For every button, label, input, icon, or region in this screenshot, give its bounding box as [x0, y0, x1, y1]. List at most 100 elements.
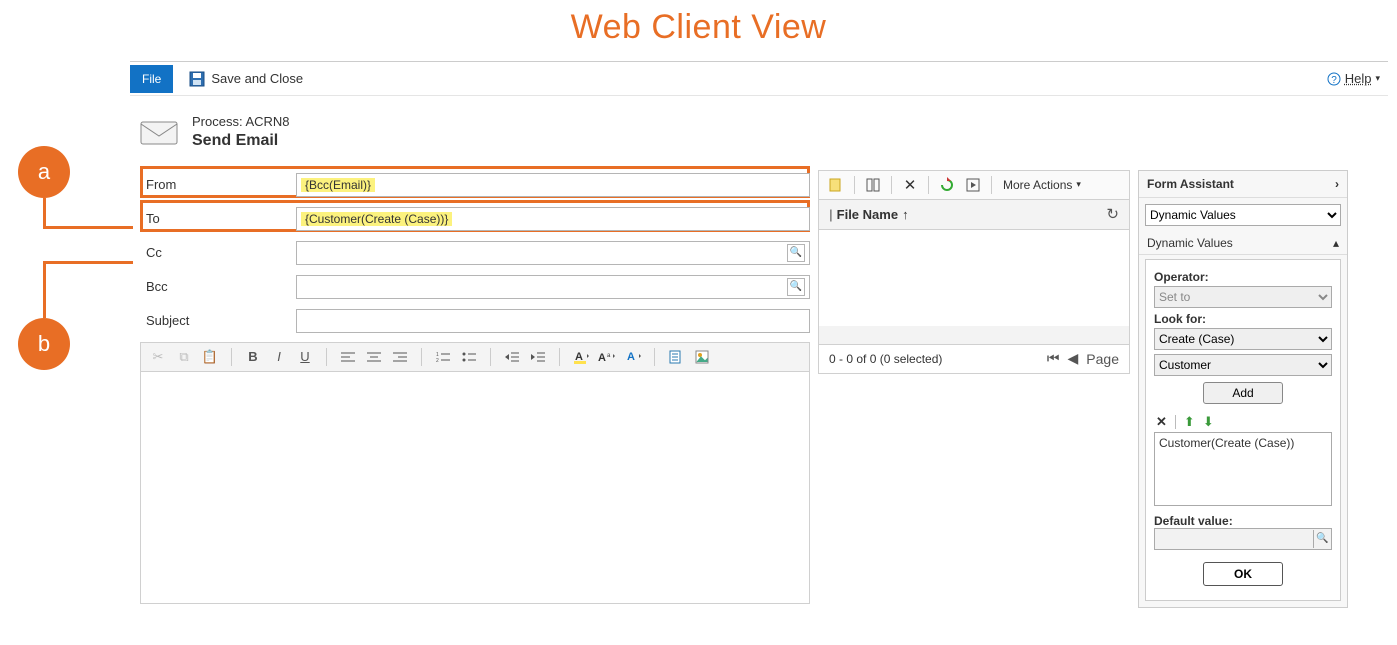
- process-label: Process: ACRN8: [192, 114, 290, 131]
- page-title: Web Client View: [0, 0, 1397, 61]
- svg-text:?: ?: [1331, 75, 1337, 86]
- first-page-icon[interactable]: ⏮: [1047, 350, 1060, 367]
- email-body-editor[interactable]: [140, 372, 810, 604]
- highlight-color-icon[interactable]: A: [570, 346, 592, 368]
- filename-column-header[interactable]: | File Name ↑: [829, 207, 909, 222]
- operator-select[interactable]: Set to: [1154, 286, 1332, 308]
- attachments-footer: 0 - 0 of 0 (0 selected) ⏮ ◀ Page: [818, 344, 1130, 374]
- operator-label: Operator:: [1154, 270, 1332, 284]
- page-label: Page: [1086, 351, 1119, 367]
- form-header: Process: ACRN8 Send Email: [130, 96, 1388, 170]
- attachments-list[interactable]: [818, 230, 1130, 326]
- move-down-icon[interactable]: ⬇: [1203, 414, 1214, 430]
- lookfor-entity-select[interactable]: Create (Case): [1154, 328, 1332, 350]
- email-form: From {Bcc(Email)} To {Customer(Create (C…: [130, 170, 810, 604]
- attachment-view-icon[interactable]: [862, 174, 884, 196]
- move-up-icon[interactable]: ⬆: [1184, 414, 1195, 430]
- save-icon: [189, 71, 205, 87]
- callout-badge-b: b: [18, 318, 70, 370]
- svg-text:2: 2: [436, 358, 439, 363]
- font-color-icon[interactable]: A: [622, 346, 644, 368]
- help-link[interactable]: ? Help ▾: [1327, 71, 1380, 86]
- callout-connector: [43, 198, 46, 228]
- cc-input[interactable]: 🔍: [296, 241, 810, 265]
- app-frame: a b File Save and Close ? Help ▾: [130, 61, 1388, 608]
- from-value: {Bcc(Email)}: [301, 178, 375, 192]
- indent-icon[interactable]: [527, 346, 549, 368]
- attachments-panel: ✕ More Actions ▾ | File Name ↑: [810, 170, 1130, 374]
- callout-connector: [43, 226, 133, 229]
- cut-icon[interactable]: ✂: [147, 346, 169, 368]
- form-assistant-mode-select[interactable]: Dynamic Values: [1145, 204, 1341, 226]
- collapse-icon[interactable]: ›: [1335, 177, 1339, 191]
- lookup-icon[interactable]: 🔍: [787, 244, 805, 262]
- lookup-icon[interactable]: 🔍: [787, 278, 805, 296]
- insert-template-icon[interactable]: [665, 346, 687, 368]
- from-label: From: [140, 177, 296, 192]
- form-assistant-panel: Form Assistant › Dynamic Values Dynamic …: [1138, 170, 1348, 608]
- paste-icon[interactable]: 📋: [199, 346, 221, 368]
- new-attachment-icon[interactable]: [825, 174, 847, 196]
- form-assistant-title: Form Assistant: [1147, 177, 1234, 191]
- list-item[interactable]: Customer(Create (Case)): [1159, 436, 1327, 450]
- attachments-hscroll[interactable]: [818, 326, 1130, 344]
- align-left-icon[interactable]: [337, 346, 359, 368]
- help-icon: ?: [1327, 72, 1341, 86]
- section-collapse-icon[interactable]: ▴: [1333, 236, 1339, 250]
- insert-article-icon[interactable]: [691, 346, 713, 368]
- remove-item-icon[interactable]: ✕: [1156, 414, 1167, 430]
- from-input[interactable]: {Bcc(Email)}: [296, 173, 810, 197]
- refresh-icon[interactable]: [936, 174, 958, 196]
- to-label: To: [140, 211, 296, 226]
- subject-label: Subject: [140, 313, 296, 328]
- more-actions-button[interactable]: More Actions ▾: [999, 178, 1085, 192]
- default-value-input[interactable]: 🔍: [1154, 528, 1332, 550]
- to-input[interactable]: {Customer(Create (Case))}: [296, 207, 810, 231]
- email-icon: [140, 118, 178, 148]
- lookfor-label: Look for:: [1154, 312, 1332, 326]
- file-button[interactable]: File: [130, 65, 173, 93]
- default-value-label: Default value:: [1154, 514, 1332, 528]
- bullet-list-icon[interactable]: [458, 346, 480, 368]
- save-and-close-label: Save and Close: [211, 71, 303, 86]
- main-toolbar: File Save and Close ? Help ▾: [130, 62, 1388, 96]
- font-size-icon[interactable]: Aa: [596, 346, 618, 368]
- svg-text:A: A: [598, 352, 606, 364]
- lookup-icon[interactable]: 🔍: [1313, 530, 1331, 548]
- more-actions-label: More Actions: [1003, 178, 1072, 192]
- bold-icon[interactable]: B: [242, 346, 264, 368]
- align-center-icon[interactable]: [363, 346, 385, 368]
- delete-icon[interactable]: ✕: [899, 174, 921, 196]
- dynamic-values-list[interactable]: Customer(Create (Case)): [1154, 432, 1332, 506]
- lookfor-field-select[interactable]: Customer: [1154, 354, 1332, 376]
- prev-page-icon[interactable]: ◀: [1068, 350, 1079, 367]
- svg-text:A: A: [627, 351, 635, 363]
- chevron-down-icon: ▾: [1375, 73, 1380, 84]
- copy-icon[interactable]: ⧉: [173, 346, 195, 368]
- sort-arrow-icon: ↑: [902, 207, 909, 222]
- callout-connector: [43, 261, 133, 264]
- underline-icon[interactable]: U: [294, 346, 316, 368]
- save-and-close-button[interactable]: Save and Close: [183, 62, 309, 96]
- bcc-input[interactable]: 🔍: [296, 275, 810, 299]
- refresh-list-icon[interactable]: ↻: [1106, 205, 1119, 223]
- numbered-list-icon[interactable]: 12: [432, 346, 454, 368]
- help-label: Help: [1345, 71, 1372, 86]
- italic-icon[interactable]: I: [268, 346, 290, 368]
- filename-column-label: File Name: [837, 207, 898, 222]
- play-icon[interactable]: [962, 174, 984, 196]
- add-button[interactable]: Add: [1203, 382, 1283, 404]
- subject-input[interactable]: [296, 309, 810, 333]
- align-right-icon[interactable]: [389, 346, 411, 368]
- rich-text-toolbar: ✂ ⧉ 📋 B I U: [140, 342, 810, 372]
- ok-button[interactable]: OK: [1203, 562, 1283, 586]
- svg-text:a: a: [607, 353, 611, 359]
- cc-label: Cc: [140, 245, 296, 260]
- outdent-icon[interactable]: [501, 346, 523, 368]
- callout-badge-a: a: [18, 146, 70, 198]
- attachments-toolbar: ✕ More Actions ▾: [818, 170, 1130, 200]
- dynamic-values-section-label: Dynamic Values: [1147, 236, 1233, 250]
- attachments-header-row: | File Name ↑ ↻: [818, 200, 1130, 230]
- form-title: Send Email: [192, 131, 290, 152]
- to-value: {Customer(Create (Case))}: [301, 212, 452, 226]
